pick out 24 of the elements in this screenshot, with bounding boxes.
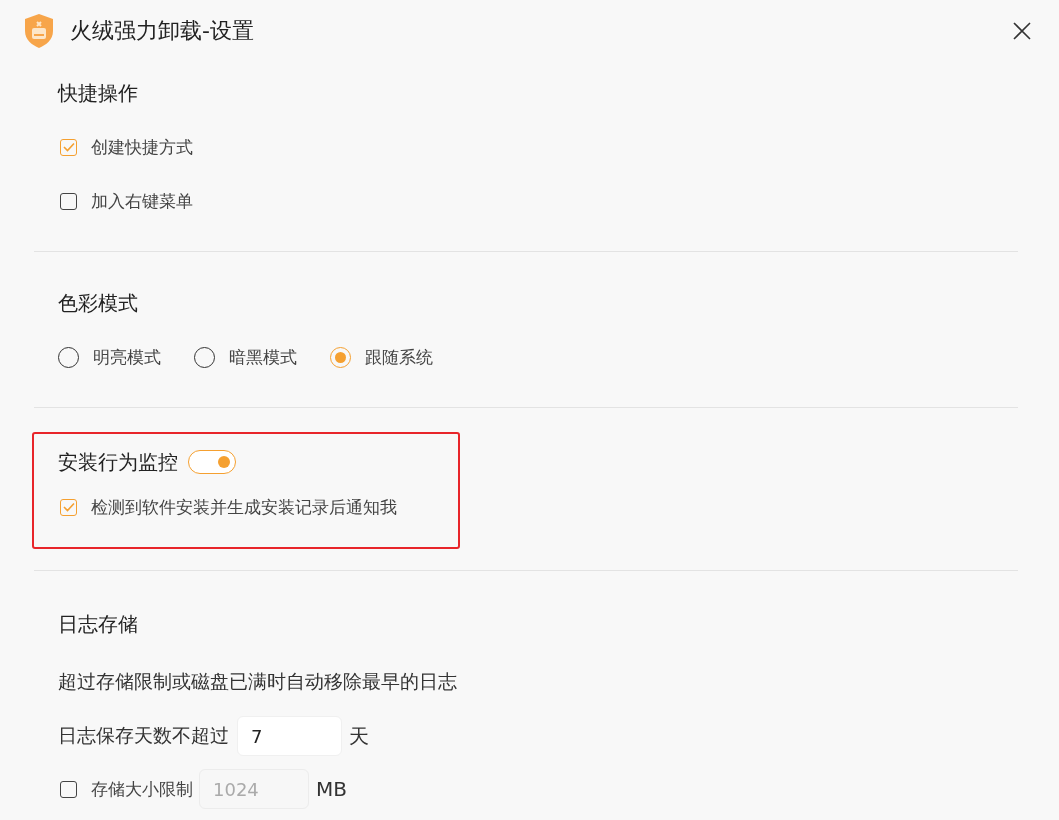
- radio-label: 跟随系统: [365, 345, 433, 369]
- section-heading: 色彩模式: [58, 290, 139, 317]
- checkbox-label: 加入右键菜单: [91, 189, 193, 213]
- checkbox-label: 创建快捷方式: [91, 135, 193, 159]
- checkbox-label: 存储大小限制: [91, 777, 193, 801]
- checkbox[interactable]: [60, 192, 77, 210]
- window-title: 火绒强力卸载-设置: [70, 17, 254, 45]
- shield-logo-icon: [23, 13, 55, 49]
- radio-label: 暗黑模式: [229, 345, 297, 369]
- unit-label: MB: [316, 777, 347, 801]
- description-text: 超过存储限制或磁盘已满时自动移除最早的日志: [58, 669, 458, 694]
- checkbox-label: 检测到软件安装并生成安装记录后通知我: [91, 495, 397, 519]
- radio-label: 明亮模式: [93, 345, 161, 369]
- section-heading: 安装行为监控: [58, 449, 178, 476]
- toggle-switch[interactable]: [188, 450, 236, 474]
- checkbox[interactable]: [60, 138, 77, 156]
- field-label: 日志保存天数不超过: [58, 723, 229, 748]
- section-heading: 快捷操作: [58, 80, 139, 107]
- section-heading: 日志存储: [58, 611, 139, 638]
- unit-label: 天: [349, 722, 369, 750]
- close-button[interactable]: [1012, 21, 1032, 41]
- days-input-field[interactable]: 7: [237, 716, 342, 756]
- close-icon: [1012, 21, 1032, 41]
- checkbox[interactable]: [60, 498, 77, 516]
